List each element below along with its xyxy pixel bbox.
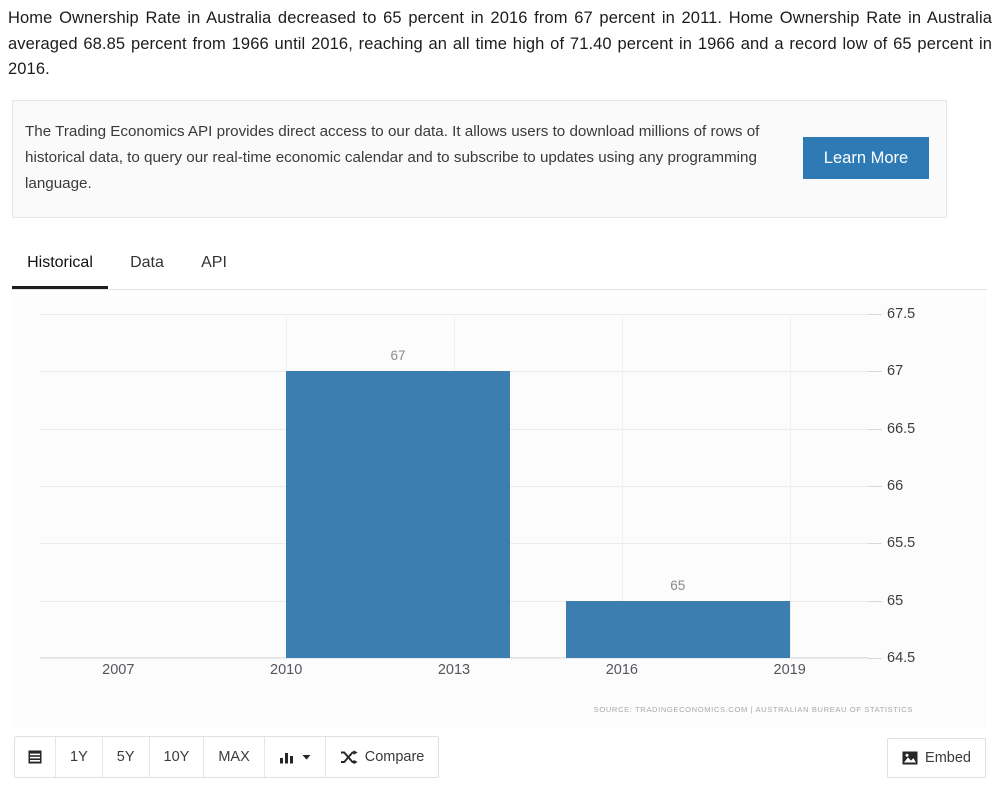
calendar-range-button[interactable] (15, 737, 56, 777)
embed-label: Embed (925, 750, 971, 766)
image-icon (902, 751, 918, 765)
y-axis-tick (868, 486, 882, 487)
y-axis-tick (868, 428, 882, 430)
y-axis-label: 66.5 (887, 420, 916, 437)
tab-historical[interactable]: Historical (12, 244, 108, 289)
calendar-icon (27, 749, 43, 765)
range-button-max[interactable]: MAX (204, 737, 265, 777)
x-axis-label: 2019 (773, 662, 806, 678)
page-root: Home Ownership Rate in Australia decreas… (0, 0, 1000, 802)
x-axis-label: 2016 (605, 662, 638, 678)
y-axis-label: 65.5 (887, 535, 916, 552)
chart-bar-value-label: 65 (670, 577, 686, 593)
tab-bar: Historical Data API (12, 244, 987, 290)
x-axis-label: 2010 (270, 662, 303, 678)
y-axis-tick (868, 371, 882, 373)
chart-plot-area (40, 314, 868, 659)
compare-label: Compare (364, 749, 425, 765)
chevron-down-icon (302, 754, 311, 761)
chart-bar[interactable] (565, 600, 790, 658)
y-axis-label: 65 (887, 592, 904, 609)
api-promo-text: The Trading Economics API provides direc… (25, 123, 760, 192)
api-promo-box: The Trading Economics API provides direc… (12, 100, 947, 218)
intro-paragraph: Home Ownership Rate in Australia decreas… (8, 9, 992, 78)
range-button-1y[interactable]: 1Y (56, 737, 103, 777)
y-axis-label: 66 (887, 478, 904, 494)
tab-api[interactable]: API (190, 244, 238, 289)
y-axis-label: 67 (887, 363, 904, 380)
chart-bar-value-label: 67 (390, 348, 406, 364)
tab-data[interactable]: Data (120, 244, 174, 289)
y-axis-label: 67.5 (887, 306, 916, 322)
chart-container[interactable]: 67.5 67 66.5 66 65.5 65 64.5 2007 2010 2013 2016 20… (12, 296, 987, 728)
chart-toolbar: 1Y 5Y 10Y MAX Compare (14, 736, 440, 778)
learn-more-button[interactable]: Learn More (803, 137, 929, 179)
x-axis-label: 2007 (102, 662, 135, 678)
range-button-10y[interactable]: 10Y (149, 737, 205, 777)
embed-button[interactable]: Embed (887, 738, 986, 778)
chart-bar[interactable] (286, 371, 511, 658)
y-axis-tick (868, 658, 882, 659)
y-axis-tick (868, 600, 882, 602)
bar-chart-icon (279, 750, 295, 764)
chart-gridline-vertical (789, 314, 791, 658)
y-axis-tick (868, 314, 882, 315)
chart-type-dropdown[interactable] (264, 737, 326, 777)
chart-source-note: SOURCE: TRADINGECONOMICS.COM | AUSTRALIA… (593, 705, 913, 714)
y-axis-label: 64.5 (887, 650, 916, 666)
range-button-5y[interactable]: 5Y (102, 737, 150, 777)
compare-button[interactable]: Compare (325, 737, 439, 777)
shuffle-icon (340, 749, 358, 765)
y-axis-tick (868, 543, 882, 545)
chart-gridline-horizontal (40, 658, 868, 659)
x-axis-label: 2013 (437, 662, 471, 678)
